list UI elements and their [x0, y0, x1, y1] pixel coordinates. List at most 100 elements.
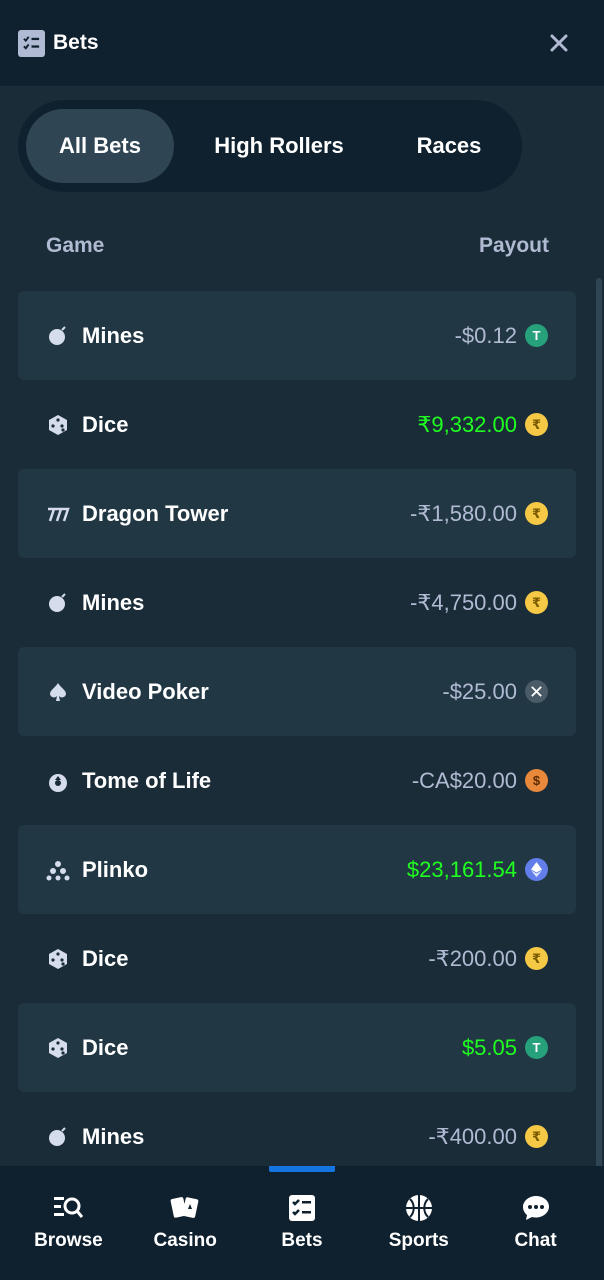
- tab-races[interactable]: Races: [384, 109, 514, 183]
- payout-amount: $5.05: [461, 1034, 517, 1060]
- payout-amount: -CA$20.00: [411, 767, 517, 793]
- close-icon[interactable]: [546, 30, 572, 56]
- dice-icon: [46, 947, 70, 971]
- game-cell: Plinko: [46, 857, 148, 883]
- game-cell: Mines: [46, 1124, 144, 1150]
- nav-sports[interactable]: Sports: [364, 1166, 474, 1280]
- tether-coin-icon: T: [525, 324, 548, 347]
- tether-coin-icon: T: [525, 1036, 548, 1059]
- game-name[interactable]: Mines: [82, 323, 144, 349]
- game-name[interactable]: Video Poker: [82, 679, 209, 705]
- bets-panel: All Bets High Rollers Races Game Payout …: [0, 86, 604, 1166]
- nav-casino[interactable]: Casino: [130, 1166, 240, 1280]
- table-row[interactable]: Tome of Life -CA$20.00 $: [18, 736, 576, 825]
- bets-tabs: All Bets High Rollers Races: [18, 100, 522, 192]
- cad-coin-icon: $: [525, 769, 548, 792]
- game-name[interactable]: Mines: [82, 1124, 144, 1150]
- rupee-coin-icon: ₹: [525, 591, 548, 614]
- tab-label: Races: [416, 133, 482, 158]
- game-name[interactable]: Plinko: [82, 857, 148, 883]
- payout-cell: -$25.00: [442, 679, 548, 705]
- nav-chat[interactable]: Chat: [481, 1166, 591, 1280]
- payout-amount: $23,161.54: [406, 856, 517, 882]
- payout-cell: ₹9,332.00 ₹: [417, 412, 548, 438]
- game-cell: Dice: [46, 1035, 128, 1061]
- game-name[interactable]: Dice: [82, 1035, 128, 1061]
- table-row[interactable]: Mines -₹4,750.00 ₹: [18, 558, 576, 647]
- mines-icon: [46, 591, 70, 615]
- payout-cell: -$0.12 T: [455, 323, 548, 349]
- game-name[interactable]: Mines: [82, 590, 144, 616]
- payout-amount: -$25.00: [442, 678, 517, 704]
- payout-amount: -$0.12: [454, 322, 517, 348]
- game-name[interactable]: Dragon Tower: [82, 501, 228, 527]
- column-header-game: Game: [46, 234, 105, 257]
- ethereum-coin-icon: [525, 858, 548, 881]
- chat-icon: [520, 1192, 552, 1224]
- table-row[interactable]: Dice $5.05 T: [18, 1003, 576, 1092]
- table-row[interactable]: Video Poker -$25.00: [18, 647, 576, 736]
- payout-amount: -₹1,580.00: [410, 500, 517, 526]
- table-row[interactable]: Mines -$0.12 T: [18, 291, 576, 380]
- nav-label: Browse: [34, 1230, 103, 1251]
- game-cell: Dragon Tower: [46, 501, 228, 527]
- game-name[interactable]: Tome of Life: [82, 768, 211, 794]
- mines-icon: [46, 324, 70, 348]
- plinko-icon: [46, 858, 70, 882]
- nav-label: Chat: [514, 1230, 557, 1251]
- payout-cell: -₹200.00 ₹: [428, 946, 548, 972]
- game-name[interactable]: Dice: [82, 412, 128, 438]
- bets-icon: [18, 29, 45, 57]
- table-row[interactable]: Plinko $23,161.54: [18, 825, 576, 914]
- bets-table: Mines -$0.12 T Dice ₹9,332.00 ₹ Dragon T…: [18, 291, 576, 1166]
- rupee-coin-icon: ₹: [525, 413, 548, 436]
- payout-cell: -₹1,580.00 ₹: [410, 501, 548, 527]
- table-row[interactable]: Dice ₹9,332.00 ₹: [18, 380, 576, 469]
- game-cell: Mines: [46, 323, 144, 349]
- dragon-tower-icon: [46, 502, 70, 526]
- sports-ball-icon: [403, 1192, 435, 1224]
- game-name[interactable]: Dice: [82, 946, 128, 972]
- xrp-coin-icon: [525, 680, 548, 703]
- payout-amount: ₹9,332.00: [417, 411, 517, 437]
- rupee-coin-icon: ₹: [525, 502, 548, 525]
- nav-bets[interactable]: Bets: [247, 1166, 357, 1280]
- payout-cell: -₹400.00 ₹: [428, 1124, 548, 1150]
- game-cell: Tome of Life: [46, 768, 211, 794]
- bets-icon: [286, 1192, 318, 1224]
- nav-browse[interactable]: Browse: [13, 1166, 123, 1280]
- casino-cards-icon: [169, 1192, 201, 1224]
- mines-icon: [46, 1125, 70, 1149]
- tab-all-bets[interactable]: All Bets: [26, 109, 174, 183]
- dice-icon: [46, 1036, 70, 1060]
- tab-label: All Bets: [59, 133, 141, 158]
- table-row[interactable]: Mines -₹400.00 ₹: [18, 1092, 576, 1166]
- payout-cell: $5.05 T: [462, 1035, 548, 1061]
- tab-high-rollers[interactable]: High Rollers: [174, 109, 384, 183]
- nav-label: Casino: [153, 1230, 217, 1251]
- rupee-coin-icon: ₹: [525, 1125, 548, 1148]
- column-header-payout: Payout: [478, 234, 549, 257]
- spade-icon: [46, 680, 70, 704]
- dice-icon: [46, 413, 70, 437]
- payout-cell: $23,161.54: [407, 857, 548, 883]
- payout-amount: -₹400.00: [428, 1123, 517, 1149]
- payout-cell: -₹4,750.00 ₹: [410, 590, 548, 616]
- game-cell: Video Poker: [46, 679, 209, 705]
- game-cell: Dice: [46, 946, 128, 972]
- browse-icon: [52, 1192, 84, 1224]
- header: Bets: [0, 0, 604, 86]
- game-cell: Dice: [46, 412, 128, 438]
- payout-amount: -₹4,750.00: [410, 589, 517, 615]
- bottom-nav: Browse Casino Bets Sports Chat: [0, 1166, 604, 1280]
- nav-label: Bets: [281, 1230, 323, 1251]
- scrollbar[interactable]: [596, 278, 602, 1166]
- tab-label: High Rollers: [214, 133, 344, 158]
- page-title: Bets: [53, 31, 99, 54]
- table-row[interactable]: Dice -₹200.00 ₹: [18, 914, 576, 1003]
- game-cell: Mines: [46, 590, 144, 616]
- table-row[interactable]: Dragon Tower -₹1,580.00 ₹: [18, 469, 576, 558]
- rupee-coin-icon: ₹: [525, 947, 548, 970]
- payout-amount: -₹200.00: [428, 945, 517, 971]
- tome-of-life-icon: [46, 769, 70, 793]
